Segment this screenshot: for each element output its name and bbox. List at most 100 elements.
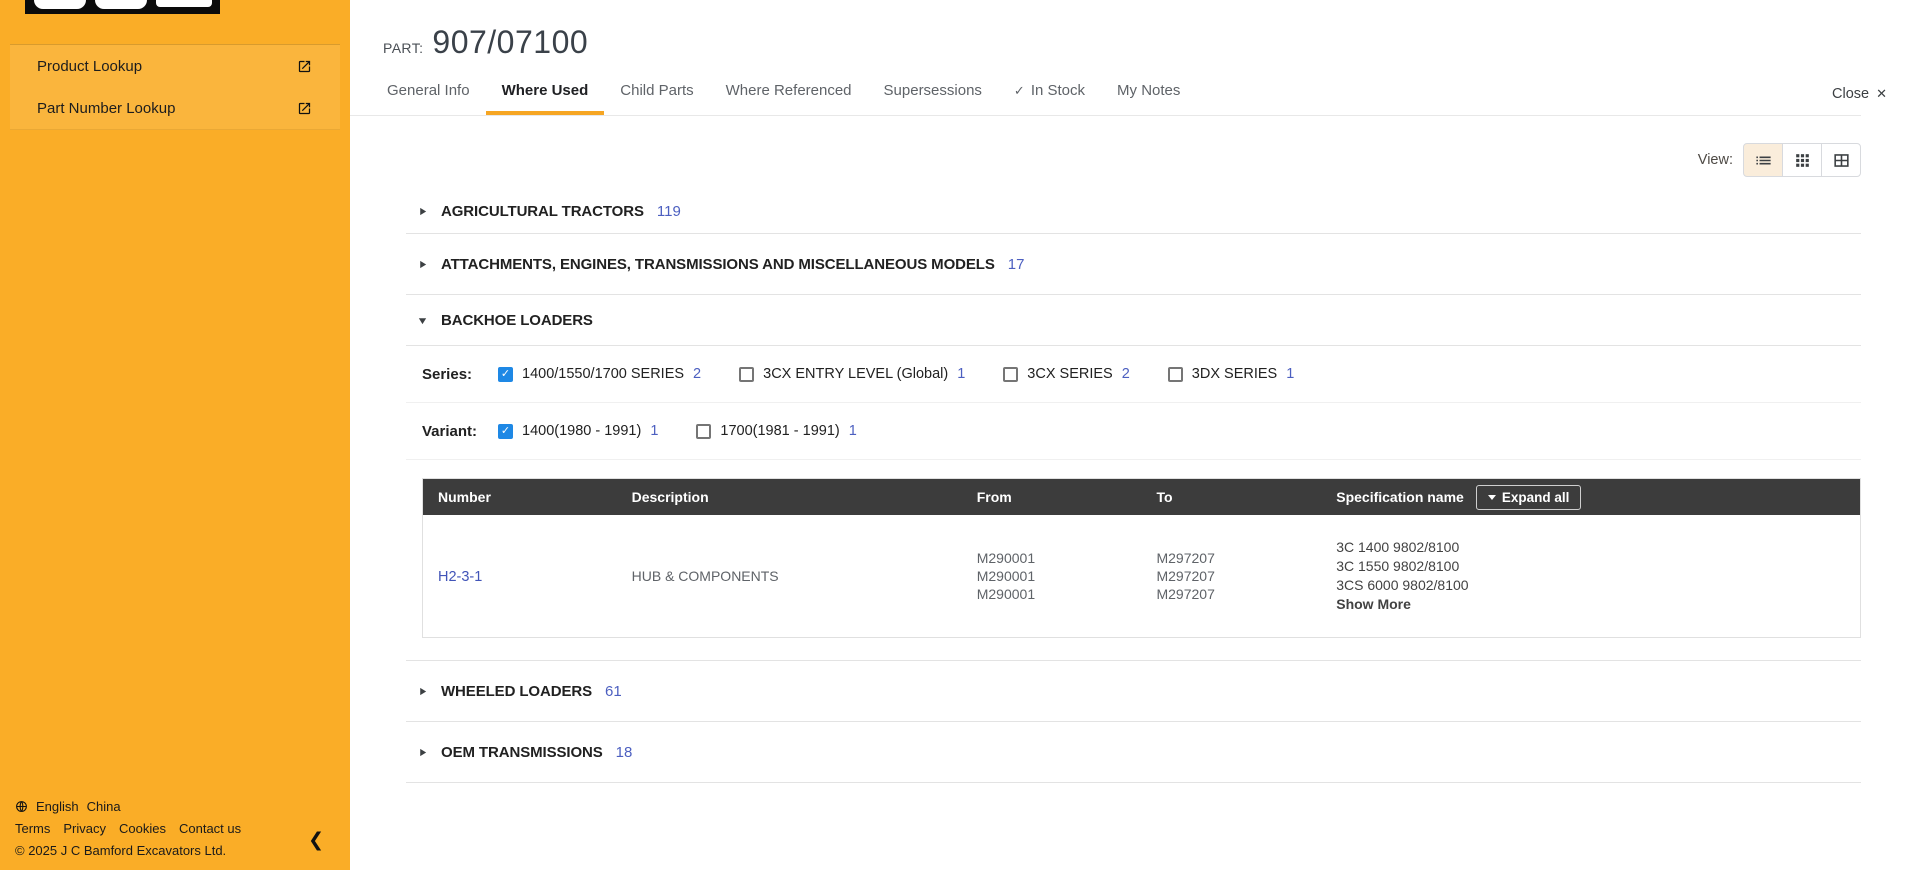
- view-toggle-group: [1743, 143, 1861, 177]
- section-wheeled-loaders[interactable]: WHEELED LOADERS 61: [406, 661, 1861, 722]
- section-oem-transmissions[interactable]: OEM TRANSMISSIONS 18: [406, 722, 1861, 783]
- tab-child-parts[interactable]: Child Parts: [604, 71, 709, 115]
- column-header-description: Description: [617, 479, 962, 516]
- table-row: H2-3-1 HUB & COMPONENTS M290001 M290001 …: [423, 515, 1861, 638]
- part-header: PART: 907/07100: [350, 0, 1920, 61]
- grid-2x2-view-button[interactable]: [1821, 143, 1861, 177]
- app-root: Product Lookup Part Number Lookup Englis…: [0, 0, 1920, 870]
- collapse-sidebar-button[interactable]: ❮: [308, 831, 324, 850]
- variant-option-1700[interactable]: 1700(1981 - 1991) 1: [696, 423, 856, 439]
- view-label: View:: [1698, 152, 1733, 168]
- grid-dense-view-button[interactable]: [1782, 143, 1822, 177]
- section-count: 61: [605, 683, 622, 700]
- cookies-link[interactable]: Cookies: [119, 821, 166, 836]
- main-content: PART: 907/07100 Close ✕ General Info Whe…: [350, 0, 1920, 870]
- where-used-table: Number Description From To Specification…: [422, 478, 1861, 638]
- sidebar-item-part-number-lookup[interactable]: Part Number Lookup: [10, 87, 340, 129]
- sidebar-footer: English China Terms Privacy Cookies Cont…: [15, 799, 241, 858]
- tab-my-notes[interactable]: My Notes: [1101, 71, 1196, 115]
- column-header-specification: Specification name Expand all: [1321, 479, 1860, 516]
- jcb-logo-letter: [156, 0, 212, 7]
- series-filter-row: Series: 1400/1550/1700 SERIES 2 3CX ENTR…: [406, 346, 1861, 403]
- series-option-3cx-series[interactable]: 3CX SERIES 2: [1003, 366, 1130, 382]
- triangle-right-icon: [417, 259, 428, 270]
- section-attachments-engines[interactable]: ATTACHMENTS, ENGINES, TRANSMISSIONS AND …: [406, 234, 1861, 295]
- globe-icon: [15, 800, 28, 813]
- expand-all-button[interactable]: Expand all: [1476, 485, 1582, 510]
- tab-bar: General Info Where Used Child Parts Wher…: [350, 71, 1861, 116]
- triangle-down-icon: [417, 315, 428, 326]
- lookup-menu: Product Lookup Part Number Lookup: [10, 44, 340, 130]
- column-header-number: Number: [423, 479, 617, 516]
- list-view-button[interactable]: [1743, 143, 1783, 177]
- tab-supersessions[interactable]: Supersessions: [868, 71, 998, 115]
- description-cell: HUB & COMPONENTS: [617, 515, 962, 638]
- section-count: 18: [616, 744, 633, 761]
- privacy-link[interactable]: Privacy: [63, 821, 106, 836]
- checkbox-checked-icon: [498, 424, 513, 439]
- caret-down-icon: [1488, 495, 1496, 500]
- sidebar: Product Lookup Part Number Lookup Englis…: [0, 0, 350, 870]
- backhoe-loaders-content: Series: 1400/1550/1700 SERIES 2 3CX ENTR…: [406, 346, 1861, 661]
- from-cell: M290001 M290001 M290001: [962, 515, 1142, 638]
- section-agricultural-tractors[interactable]: AGRICULTURAL TRACTORS 119: [406, 189, 1861, 234]
- variant-filter-row: Variant: 1400(1980 - 1991) 1 1700(1981 -…: [406, 403, 1861, 460]
- checkbox-unchecked-icon: [696, 424, 711, 439]
- specification-cell: 3C 1400 9802/8100 3C 1550 9802/8100 3CS …: [1321, 515, 1860, 638]
- series-option-3dx-series[interactable]: 3DX SERIES 1: [1168, 366, 1295, 382]
- part-number: 907/07100: [432, 24, 588, 61]
- series-filter-label: Series:: [422, 366, 498, 383]
- triangle-right-icon: [417, 747, 428, 758]
- jcb-logo[interactable]: [25, 0, 220, 14]
- table-header-row: Number Description From To Specification…: [423, 479, 1861, 516]
- language-label[interactable]: English: [36, 799, 79, 814]
- part-number-link[interactable]: H2-3-1: [438, 569, 482, 585]
- section-label: AGRICULTURAL TRACTORS: [441, 203, 644, 220]
- to-cell: M297207 M297207 M297207: [1141, 515, 1321, 638]
- in-stock-check-icon: ✓: [1014, 83, 1025, 99]
- tab-in-stock-label: In Stock: [1031, 82, 1085, 99]
- jcb-logo-letter: [95, 0, 147, 9]
- grid-2x2-view-icon: [1832, 151, 1851, 170]
- tab-general-info[interactable]: General Info: [371, 71, 486, 115]
- close-icon: ✕: [1876, 86, 1887, 102]
- section-backhoe-loaders[interactable]: BACKHOE LOADERS: [406, 295, 1861, 346]
- region-label[interactable]: China: [87, 799, 121, 814]
- contact-us-link[interactable]: Contact us: [179, 821, 241, 836]
- section-label: ATTACHMENTS, ENGINES, TRANSMISSIONS AND …: [441, 256, 995, 273]
- category-sections: AGRICULTURAL TRACTORS 119 ATTACHMENTS, E…: [406, 189, 1861, 783]
- grid-dense-view-icon: [1793, 151, 1812, 170]
- tab-in-stock[interactable]: ✓ In Stock: [998, 71, 1101, 115]
- section-label: BACKHOE LOADERS: [441, 312, 593, 329]
- external-link-icon: [297, 59, 312, 74]
- sidebar-item-label: Part Number Lookup: [37, 100, 175, 117]
- section-count: 119: [657, 203, 681, 220]
- series-option-3cx-entry-level[interactable]: 3CX ENTRY LEVEL (Global) 1: [739, 366, 965, 382]
- tab-where-used[interactable]: Where Used: [486, 71, 605, 115]
- show-more-link[interactable]: Show More: [1336, 595, 1859, 614]
- tab-where-referenced[interactable]: Where Referenced: [710, 71, 868, 115]
- view-toolbar: View:: [350, 143, 1861, 177]
- column-header-from: From: [962, 479, 1142, 516]
- external-link-icon: [297, 101, 312, 116]
- triangle-right-icon: [417, 686, 428, 697]
- list-view-icon: [1754, 151, 1773, 170]
- series-option-1400-1550-1700[interactable]: 1400/1550/1700 SERIES 2: [498, 366, 701, 382]
- variant-filter-label: Variant:: [422, 423, 498, 440]
- footer-links: Terms Privacy Cookies Contact us: [15, 821, 241, 836]
- part-label: PART:: [383, 40, 423, 56]
- section-label: OEM TRANSMISSIONS: [441, 744, 603, 761]
- checkbox-unchecked-icon: [739, 367, 754, 382]
- sidebar-item-label: Product Lookup: [37, 58, 142, 75]
- language-row: English China: [15, 799, 241, 814]
- section-label: WHEELED LOADERS: [441, 683, 592, 700]
- variant-option-1400[interactable]: 1400(1980 - 1991) 1: [498, 423, 658, 439]
- checkbox-unchecked-icon: [1003, 367, 1018, 382]
- checkbox-checked-icon: [498, 367, 513, 382]
- terms-link[interactable]: Terms: [15, 821, 50, 836]
- triangle-right-icon: [417, 206, 428, 217]
- copyright-text: © 2025 J C Bamford Excavators Ltd.: [15, 843, 241, 858]
- sidebar-item-product-lookup[interactable]: Product Lookup: [10, 45, 340, 87]
- column-header-to: To: [1141, 479, 1321, 516]
- checkbox-unchecked-icon: [1168, 367, 1183, 382]
